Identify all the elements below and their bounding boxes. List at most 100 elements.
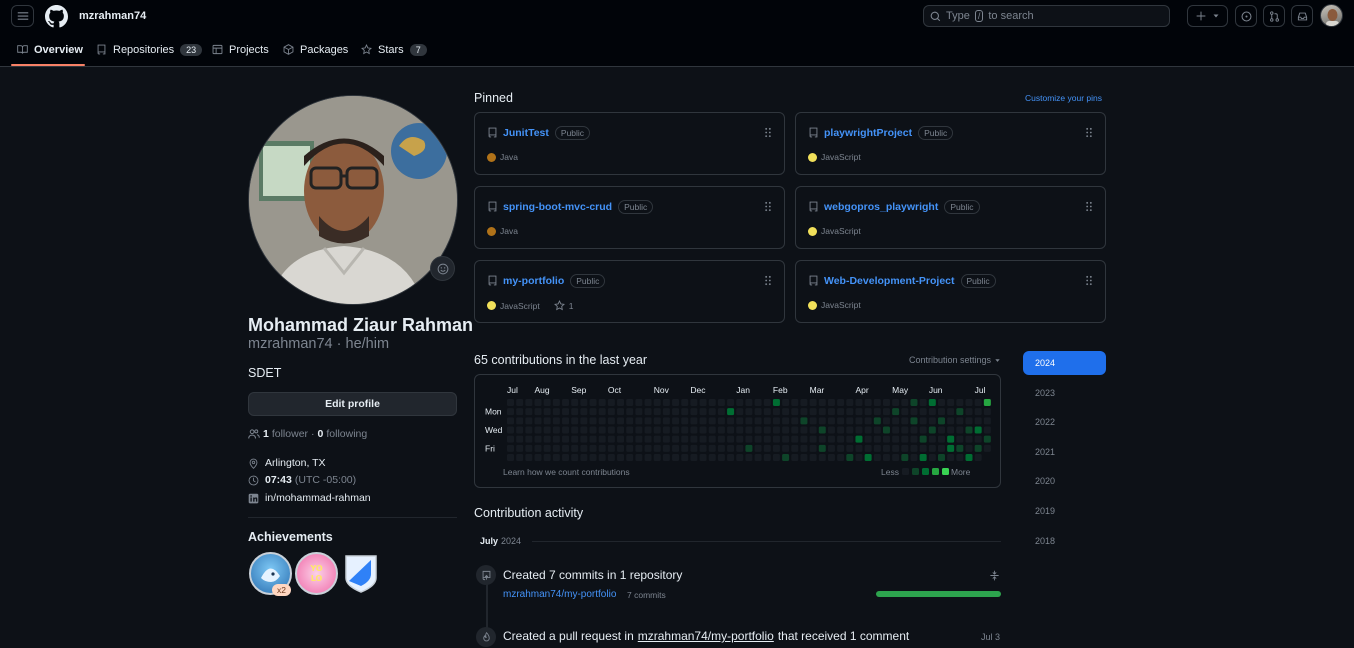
- contribution-day[interactable]: [827, 417, 835, 425]
- contribution-day[interactable]: [745, 408, 753, 416]
- contribution-day[interactable]: [772, 435, 780, 443]
- tab-overview[interactable]: Overview: [17, 36, 83, 63]
- contribution-day[interactable]: [809, 408, 817, 416]
- contribution-day[interactable]: [525, 408, 533, 416]
- contribution-day[interactable]: [552, 417, 560, 425]
- contribution-day[interactable]: [607, 399, 615, 406]
- contribution-day[interactable]: [662, 435, 670, 443]
- contribution-day[interactable]: [791, 454, 799, 462]
- year-button-2019[interactable]: 2019: [1023, 499, 1106, 523]
- tab-projects[interactable]: Projects: [212, 36, 269, 63]
- contribution-day[interactable]: [525, 444, 533, 452]
- contribution-day[interactable]: [956, 408, 964, 416]
- contribution-day[interactable]: [516, 435, 524, 443]
- contribution-day[interactable]: [809, 426, 817, 434]
- contribution-day[interactable]: [763, 399, 771, 406]
- contribution-day[interactable]: [892, 426, 900, 434]
- contribution-day[interactable]: [837, 399, 845, 406]
- contribution-day[interactable]: [818, 399, 826, 406]
- contribution-day[interactable]: [589, 454, 597, 462]
- contribution-day[interactable]: [617, 444, 625, 452]
- contribution-day[interactable]: [690, 454, 698, 462]
- contribution-day[interactable]: [965, 408, 973, 416]
- contribution-day[interactable]: [882, 417, 890, 425]
- contribution-day[interactable]: [699, 454, 707, 462]
- contribution-day[interactable]: [910, 444, 918, 452]
- contribution-day[interactable]: [772, 408, 780, 416]
- contribution-day[interactable]: [699, 417, 707, 425]
- contribution-day[interactable]: [937, 408, 945, 416]
- contribution-day[interactable]: [681, 408, 689, 416]
- contribution-day[interactable]: [607, 454, 615, 462]
- set-status-button[interactable]: [430, 256, 455, 281]
- contribution-day[interactable]: [846, 426, 854, 434]
- contribution-day[interactable]: [947, 417, 955, 425]
- github-logo[interactable]: [45, 5, 68, 28]
- contribution-day[interactable]: [983, 444, 991, 452]
- contribution-day[interactable]: [662, 399, 670, 406]
- contribution-day[interactable]: [672, 454, 680, 462]
- contribution-day[interactable]: [507, 454, 514, 462]
- contribution-day[interactable]: [580, 408, 588, 416]
- contribution-day[interactable]: [552, 426, 560, 434]
- contribution-day[interactable]: [965, 399, 973, 406]
- contribution-day[interactable]: [956, 426, 964, 434]
- contribution-day[interactable]: [873, 454, 881, 462]
- contribution-day[interactable]: [653, 399, 661, 406]
- contribution-day[interactable]: [635, 399, 643, 406]
- contribution-day[interactable]: [626, 399, 634, 406]
- contribution-day[interactable]: [736, 454, 744, 462]
- achievement-yolo[interactable]: YO LO: [295, 552, 338, 595]
- contribution-day[interactable]: [626, 417, 634, 425]
- contribution-day[interactable]: [562, 444, 570, 452]
- contribution-day[interactable]: [855, 426, 863, 434]
- contribution-day[interactable]: [717, 454, 725, 462]
- contribution-day[interactable]: [516, 444, 524, 452]
- contribution-day[interactable]: [708, 454, 716, 462]
- contribution-day[interactable]: [882, 408, 890, 416]
- contribution-day[interactable]: [919, 435, 927, 443]
- contribution-day[interactable]: [543, 454, 551, 462]
- contribution-day[interactable]: [708, 399, 716, 406]
- contribution-day[interactable]: [589, 435, 597, 443]
- contribution-day[interactable]: [772, 444, 780, 452]
- star-count[interactable]: 1: [569, 301, 574, 311]
- year-button-2023[interactable]: 2023: [1023, 381, 1106, 405]
- contribution-day[interactable]: [690, 435, 698, 443]
- contribution-day[interactable]: [782, 417, 790, 425]
- contribution-day[interactable]: [965, 454, 973, 462]
- contribution-day[interactable]: [910, 435, 918, 443]
- contribution-day[interactable]: [607, 417, 615, 425]
- contribution-day[interactable]: [681, 444, 689, 452]
- contribution-day[interactable]: [919, 454, 927, 462]
- contribution-day[interactable]: [534, 435, 542, 443]
- contribution-day[interactable]: [855, 417, 863, 425]
- contribution-day[interactable]: [983, 399, 991, 406]
- contribution-day[interactable]: [947, 444, 955, 452]
- contribution-day[interactable]: [534, 417, 542, 425]
- contribution-day[interactable]: [855, 435, 863, 443]
- contribution-day[interactable]: [589, 408, 597, 416]
- contribution-day[interactable]: [864, 435, 872, 443]
- contribution-day[interactable]: [598, 399, 606, 406]
- pinned-repo-link[interactable]: Web-Development-Project: [824, 275, 955, 287]
- contribution-day[interactable]: [562, 399, 570, 406]
- contribution-day[interactable]: [635, 454, 643, 462]
- contribution-day[interactable]: [818, 408, 826, 416]
- contribution-day[interactable]: [507, 417, 514, 425]
- contribution-day[interactable]: [864, 426, 872, 434]
- contribution-day[interactable]: [708, 444, 716, 452]
- contribution-day[interactable]: [809, 417, 817, 425]
- contribution-day[interactable]: [717, 435, 725, 443]
- contribution-day[interactable]: [617, 417, 625, 425]
- contribution-day[interactable]: [717, 444, 725, 452]
- contribution-day[interactable]: [882, 454, 890, 462]
- contribution-day[interactable]: [892, 435, 900, 443]
- contribution-day[interactable]: [727, 444, 735, 452]
- contribution-day[interactable]: [580, 454, 588, 462]
- contribution-day[interactable]: [626, 426, 634, 434]
- contribution-day[interactable]: [644, 408, 652, 416]
- contribution-day[interactable]: [589, 426, 597, 434]
- contribution-day[interactable]: [653, 417, 661, 425]
- contribution-day[interactable]: [864, 444, 872, 452]
